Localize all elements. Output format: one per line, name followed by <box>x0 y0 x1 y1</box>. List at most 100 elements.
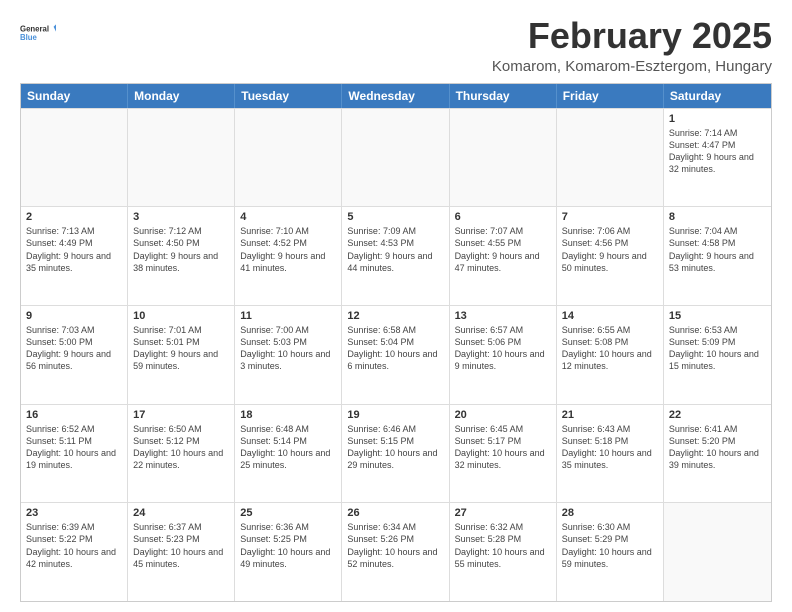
day-info: Sunrise: 6:52 AM Sunset: 5:11 PM Dayligh… <box>26 424 116 470</box>
cal-week-3: 16 Sunrise: 6:52 AM Sunset: 5:11 PM Dayli… <box>21 404 771 503</box>
cal-cell: 14 Sunrise: 6:55 AM Sunset: 5:08 PM Dayli… <box>557 306 664 404</box>
day-header-monday: Monday <box>128 84 235 108</box>
day-number: 11 <box>240 310 336 322</box>
day-info: Sunrise: 6:34 AM Sunset: 5:26 PM Dayligh… <box>347 522 437 568</box>
day-info: Sunrise: 7:00 AM Sunset: 5:03 PM Dayligh… <box>240 325 330 371</box>
cal-cell: 27 Sunrise: 6:32 AM Sunset: 5:28 PM Dayli… <box>450 503 557 601</box>
day-header-friday: Friday <box>557 84 664 108</box>
day-number: 17 <box>133 409 229 421</box>
day-info: Sunrise: 7:13 AM Sunset: 4:49 PM Dayligh… <box>26 226 111 272</box>
day-info: Sunrise: 6:32 AM Sunset: 5:28 PM Dayligh… <box>455 522 545 568</box>
day-number: 20 <box>455 409 551 421</box>
day-info: Sunrise: 6:48 AM Sunset: 5:14 PM Dayligh… <box>240 424 330 470</box>
day-number: 14 <box>562 310 658 322</box>
cal-cell: 21 Sunrise: 6:43 AM Sunset: 5:18 PM Dayli… <box>557 405 664 503</box>
day-number: 26 <box>347 507 443 519</box>
cal-cell <box>21 109 128 207</box>
day-number: 3 <box>133 211 229 223</box>
cal-cell: 17 Sunrise: 6:50 AM Sunset: 5:12 PM Dayli… <box>128 405 235 503</box>
cal-week-4: 23Sunrise: 6:39 AM Sunset: 5:22 PM Dayli… <box>21 502 771 601</box>
cal-week-0: 1 Sunrise: 7:14 AM Sunset: 4:47 PM Daylig… <box>21 108 771 207</box>
svg-text:General: General <box>20 25 49 34</box>
cal-cell <box>342 109 449 207</box>
title-block: February 2025 Komarom, Komarom-Esztergom… <box>492 16 772 75</box>
day-number: 6 <box>455 211 551 223</box>
cal-cell: 11 Sunrise: 7:00 AM Sunset: 5:03 PM Dayli… <box>235 306 342 404</box>
day-number: 12 <box>347 310 443 322</box>
calendar-body: 1 Sunrise: 7:14 AM Sunset: 4:47 PM Daylig… <box>21 108 771 601</box>
cal-cell: 1 Sunrise: 7:14 AM Sunset: 4:47 PM Daylig… <box>664 109 771 207</box>
day-info: Sunrise: 7:10 AM Sunset: 4:52 PM Dayligh… <box>240 226 325 272</box>
day-info: Sunrise: 6:45 AM Sunset: 5:17 PM Dayligh… <box>455 424 545 470</box>
day-info: Sunrise: 6:37 AM Sunset: 5:23 PM Dayligh… <box>133 522 223 568</box>
day-number: 4 <box>240 211 336 223</box>
day-number: 27 <box>455 507 551 519</box>
cal-cell: 2Sunrise: 7:13 AM Sunset: 4:49 PM Daylig… <box>21 207 128 305</box>
cal-cell: 24Sunrise: 6:37 AM Sunset: 5:23 PM Dayli… <box>128 503 235 601</box>
location: Komarom, Komarom-Esztergom, Hungary <box>492 58 772 75</box>
cal-cell: 15 Sunrise: 6:53 AM Sunset: 5:09 PM Dayli… <box>664 306 771 404</box>
day-info: Sunrise: 7:09 AM Sunset: 4:53 PM Dayligh… <box>347 226 432 272</box>
cal-cell <box>557 109 664 207</box>
month-title: February 2025 <box>492 16 772 56</box>
day-info: Sunrise: 7:14 AM Sunset: 4:47 PM Dayligh… <box>669 128 754 174</box>
cal-cell: 28 Sunrise: 6:30 AM Sunset: 5:29 PM Dayli… <box>557 503 664 601</box>
day-info: Sunrise: 6:58 AM Sunset: 5:04 PM Dayligh… <box>347 325 437 371</box>
day-info: Sunrise: 6:41 AM Sunset: 5:20 PM Dayligh… <box>669 424 759 470</box>
cal-cell: 19 Sunrise: 6:46 AM Sunset: 5:15 PM Dayli… <box>342 405 449 503</box>
day-number: 10 <box>133 310 229 322</box>
day-number: 19 <box>347 409 443 421</box>
cal-cell: 6Sunrise: 7:07 AM Sunset: 4:55 PM Daylig… <box>450 207 557 305</box>
day-number: 28 <box>562 507 658 519</box>
day-number: 21 <box>562 409 658 421</box>
header: General Blue February 2025 Komarom, Koma… <box>20 16 772 75</box>
page: General Blue February 2025 Komarom, Koma… <box>0 0 792 612</box>
cal-cell: 7 Sunrise: 7:06 AM Sunset: 4:56 PM Daylig… <box>557 207 664 305</box>
day-header-sunday: Sunday <box>21 84 128 108</box>
day-info: Sunrise: 6:50 AM Sunset: 5:12 PM Dayligh… <box>133 424 223 470</box>
day-header-thursday: Thursday <box>450 84 557 108</box>
day-info: Sunrise: 6:39 AM Sunset: 5:22 PM Dayligh… <box>26 522 116 568</box>
cal-cell: 12 Sunrise: 6:58 AM Sunset: 5:04 PM Dayli… <box>342 306 449 404</box>
day-info: Sunrise: 7:12 AM Sunset: 4:50 PM Dayligh… <box>133 226 218 272</box>
day-info: Sunrise: 6:43 AM Sunset: 5:18 PM Dayligh… <box>562 424 652 470</box>
day-info: Sunrise: 7:01 AM Sunset: 5:01 PM Dayligh… <box>133 325 218 371</box>
day-header-wednesday: Wednesday <box>342 84 449 108</box>
day-number: 8 <box>669 211 766 223</box>
cal-cell: 16 Sunrise: 6:52 AM Sunset: 5:11 PM Dayli… <box>21 405 128 503</box>
day-number: 7 <box>562 211 658 223</box>
logo-svg: General Blue <box>20 16 56 52</box>
day-number: 18 <box>240 409 336 421</box>
day-info: Sunrise: 6:36 AM Sunset: 5:25 PM Dayligh… <box>240 522 330 568</box>
cal-cell: 20 Sunrise: 6:45 AM Sunset: 5:17 PM Dayli… <box>450 405 557 503</box>
day-number: 16 <box>26 409 122 421</box>
day-info: Sunrise: 7:06 AM Sunset: 4:56 PM Dayligh… <box>562 226 647 272</box>
cal-cell: 4 Sunrise: 7:10 AM Sunset: 4:52 PM Daylig… <box>235 207 342 305</box>
cal-cell: 9Sunrise: 7:03 AM Sunset: 5:00 PM Daylig… <box>21 306 128 404</box>
day-info: Sunrise: 6:53 AM Sunset: 5:09 PM Dayligh… <box>669 325 759 371</box>
day-header-saturday: Saturday <box>664 84 771 108</box>
cal-cell: 26 Sunrise: 6:34 AM Sunset: 5:26 PM Dayli… <box>342 503 449 601</box>
day-number: 15 <box>669 310 766 322</box>
day-number: 22 <box>669 409 766 421</box>
cal-cell: 22 Sunrise: 6:41 AM Sunset: 5:20 PM Dayli… <box>664 405 771 503</box>
logo: General Blue <box>20 16 56 52</box>
cal-cell <box>450 109 557 207</box>
day-number: 25 <box>240 507 336 519</box>
day-info: Sunrise: 6:46 AM Sunset: 5:15 PM Dayligh… <box>347 424 437 470</box>
cal-cell <box>235 109 342 207</box>
cal-cell: 10 Sunrise: 7:01 AM Sunset: 5:01 PM Dayli… <box>128 306 235 404</box>
calendar: SundayMondayTuesdayWednesdayThursdayFrid… <box>20 83 772 602</box>
cal-cell <box>664 503 771 601</box>
day-info: Sunrise: 6:55 AM Sunset: 5:08 PM Dayligh… <box>562 325 652 371</box>
cal-cell: 5 Sunrise: 7:09 AM Sunset: 4:53 PM Daylig… <box>342 207 449 305</box>
cal-cell: 18 Sunrise: 6:48 AM Sunset: 5:14 PM Dayli… <box>235 405 342 503</box>
cal-week-1: 2Sunrise: 7:13 AM Sunset: 4:49 PM Daylig… <box>21 206 771 305</box>
day-number: 1 <box>669 113 766 125</box>
day-number: 5 <box>347 211 443 223</box>
cal-cell: 25 Sunrise: 6:36 AM Sunset: 5:25 PM Dayli… <box>235 503 342 601</box>
cal-cell: 8Sunrise: 7:04 AM Sunset: 4:58 PM Daylig… <box>664 207 771 305</box>
day-info: Sunrise: 6:30 AM Sunset: 5:29 PM Dayligh… <box>562 522 652 568</box>
cal-cell: 3 Sunrise: 7:12 AM Sunset: 4:50 PM Daylig… <box>128 207 235 305</box>
svg-text:Blue: Blue <box>20 33 38 42</box>
